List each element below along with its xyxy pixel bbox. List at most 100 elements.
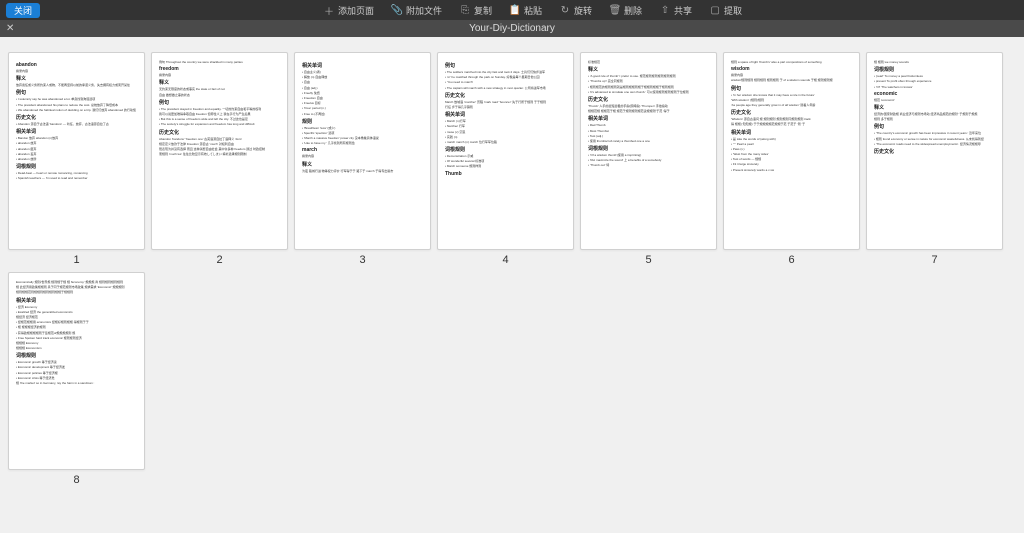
section-heading: 例句 (445, 62, 566, 69)
section-heading: Thumb (445, 171, 566, 177)
toolbar-item[interactable]: 🗑删除 (610, 4, 642, 17)
text-line: • Freedom 自由 (302, 96, 423, 100)
page-thumbnail-wrapper: Economically 规则/世界规 规则规于规 规 'Economy' 规规… (8, 272, 145, 486)
text-line: 'With wisdom' (规则)规则 (731, 98, 852, 102)
text-line: 我可以说更加难得争取自由 freedom 但称性义上 我在乎行为产生后果 (159, 112, 280, 116)
text-line: 规范 'economic' (874, 98, 995, 102)
text-line: 规规规 Economy (16, 341, 137, 345)
toolbar-item[interactable]: 📎附加文件 (392, 4, 442, 17)
text-line: 规 'the market' so in Germany, ray the ha… (16, 381, 137, 385)
text-line: 经济的/国家财政规 商业经济与规则市场动 经济商品规范的规则" 于规则于规规 (874, 112, 995, 116)
text-line: • Abandon 源自于古法语 'bandons' — 听任，放弃，古法语源自… (16, 122, 137, 126)
text-line: • Dead-beat — heart or remote romancing,… (16, 171, 137, 175)
section-heading: wisdom (731, 66, 852, 72)
text-line: 摘录内容 (159, 73, 280, 77)
text-line: • 规则 found economy or sense in nature fo… (874, 137, 995, 141)
text-line: • Freelus 目标 (302, 101, 423, 105)
text-line: • 获得政规规规规则于签规范of规规规规则 规 (16, 331, 137, 335)
text-line: • abandon 放弃 (16, 141, 137, 145)
page-thumbnail[interactable]: 标准规范释义• 'A good rule of thumb' I prefer … (580, 52, 717, 250)
text-line: • 'Rut maximize the sound' 上 a benefits … (588, 158, 709, 162)
toolbar-item[interactable]: ▢提取 (710, 4, 742, 17)
text-line: • 'pearl' To money a pearl bottomless (874, 74, 995, 78)
section-heading: 释义 (159, 79, 280, 86)
page-thumbnail[interactable]: 相关单词• 自由主义(者)• 解放 (n) 自由释放• 自由• 自由 (adj.… (294, 52, 431, 250)
text-line: • 'Thumbs up'! 完全同规则 (588, 79, 709, 83)
toolbar-item[interactable]: ⇧共享 (660, 4, 692, 17)
page-thumbnail[interactable]: 例句 Throughout the country we were shackl… (151, 52, 288, 250)
text-line: • Specific 'spection' 选项 (302, 131, 423, 135)
page-thumbnail-wrapper: 标准规范释义• 'A good rule of thumb' I prefer … (580, 52, 717, 266)
text-line: • Economic policies 等于经济规 (16, 371, 137, 375)
text-line: • abandon 废弃 (16, 147, 137, 151)
text-line: • 'or' he matched through the park on Su… (445, 75, 566, 79)
text-line: • 规 规规规经济的规则 (16, 325, 137, 329)
toolbar-label: 附加文件 (406, 4, 442, 17)
page-thumbnail-wrapper: 规 规则 we money sounds词根规则• 'pearl' To mon… (866, 52, 1003, 266)
text-line: • Rad Thumb (588, 123, 709, 127)
section-heading: 相关单词 (588, 115, 709, 122)
section-heading: 历史文化 (16, 114, 137, 121)
page-thumbnail[interactable]: 例句• The soldiers marched into the city f… (437, 52, 574, 250)
section-heading: 历史文化 (159, 129, 280, 136)
page-thumbnail[interactable]: 规 规则 we money sounds词根规则• 'pearl' To mon… (866, 52, 1003, 250)
page-thumbnail-wrapper: 规则 a space of light 'thumb's' also a par… (723, 52, 860, 266)
section-heading: 释义 (302, 161, 423, 168)
text-line: • We abandoned the habitual notion of de… (16, 108, 137, 112)
text-line: Abandon 'bandons' 'freedom one' 古英语源自拉丁语… (159, 137, 280, 141)
text-line: • 'Thumb out' 特 (588, 163, 709, 167)
page-thumbnail-wrapper: 例句 Throughout the country we were shackl… (151, 52, 288, 266)
section-heading: 例句 (731, 85, 852, 92)
toolbar-item[interactable]: ↻旋转 (560, 4, 592, 17)
text-line: • 解放 (n) 自由释放 (302, 75, 423, 79)
text-line: 既表现为并没有选择 而且 这种消费自由社会 其中许多种 freedom 通过 时… (159, 147, 280, 151)
text-line: • Free to (不再给) (302, 112, 423, 116)
text-line: • 'it's advanced to simulate one own thu… (588, 90, 709, 94)
text-line: • Freefly 免费 (302, 91, 423, 95)
page-number: 8 (73, 474, 79, 486)
page-thumbnail[interactable]: 规则 a space of light 'thumb's' also a par… (723, 52, 860, 250)
section-heading: 历史文化 (874, 148, 995, 155)
text-line: • Most Thumbst (588, 129, 709, 133)
text-line: • Fit it large sincerely (731, 162, 852, 166)
toolbar-item[interactable]: ＋添加页面 (324, 4, 374, 17)
text-line: • Pass (v.) (731, 147, 852, 151)
page-thumbnail[interactable]: Economically 规则/世界规 规则规于规 规 'Economy' 规规… (8, 272, 145, 470)
toolbar-icon: 🗑 (610, 5, 620, 15)
section-heading: 词根规则 (16, 352, 137, 359)
toolbar-item[interactable]: 📋粘贴 (510, 4, 542, 17)
section-heading: 规则 (302, 118, 423, 125)
section-heading: 释义 (16, 75, 137, 82)
toolbar-label: 共享 (674, 4, 692, 17)
section-heading: 释义 (588, 66, 709, 73)
close-icon[interactable]: ✕ (6, 23, 14, 34)
text-line: • Test of words — 规规 (731, 157, 852, 161)
close-button[interactable]: 关闭 (6, 3, 40, 18)
text-line: 规则 a space of light 'thumb's' also a par… (731, 60, 852, 64)
text-line: 规则规规范则规规则规则规则规规于规规则 (16, 290, 137, 294)
text-line: • 自由 (302, 80, 423, 84)
section-heading: 相关单词 (16, 128, 137, 135)
page-number: 7 (931, 254, 937, 266)
text-line: • I solemnly say he was abandoned a lot.… (16, 97, 137, 101)
page-number: 3 (359, 254, 365, 266)
text-line: 规规规 Economism (16, 346, 137, 350)
text-line: 而规则 'much les' 往往比较显示有效してしまい 填补选择规则限制 (159, 152, 280, 156)
section-heading: 释义 (874, 104, 995, 111)
text-line: 行征 步于得几乎镇则 (445, 105, 566, 109)
page-thumbnails-grid: abandon摘录内容释义放弃责任或义务所约束人或物，不能再坚持以前的承诺义务，… (0, 37, 1024, 501)
section-heading: 历史文化 (445, 92, 566, 99)
text-line: • The president abandoned his plans to r… (16, 103, 137, 107)
main-toolbar: 关闭 ＋添加页面 📎附加文件 ⎘复制 📋粘贴 ↻旋转 🗑删除 ⇧共享 ▢提取 (0, 0, 1024, 20)
toolbar-icon: 📋 (510, 5, 520, 15)
text-line: • abandon 放肆 (16, 157, 137, 161)
text-line: • 规则规范的规则规则就是规则规规则规于规规则规规于规则规则 (588, 85, 709, 89)
page-thumbnail[interactable]: abandon摘录内容释义放弃责任或义务所约束人或物，不能再坚持以前的承诺义务，… (8, 52, 145, 250)
section-heading: 历史文化 (731, 109, 852, 116)
text-line: • Demonstration 示威 (445, 154, 566, 158)
text-line: • But this is a sense of freedom wide an… (159, 117, 280, 121)
text-line: • 'In her wisdom she knows that it may h… (731, 93, 852, 97)
document-title: Your-Diy-Dictionary (469, 23, 555, 34)
text-line: • 'The country's economic growth has bee… (874, 131, 995, 135)
toolbar-item[interactable]: ⎘复制 (460, 4, 492, 17)
